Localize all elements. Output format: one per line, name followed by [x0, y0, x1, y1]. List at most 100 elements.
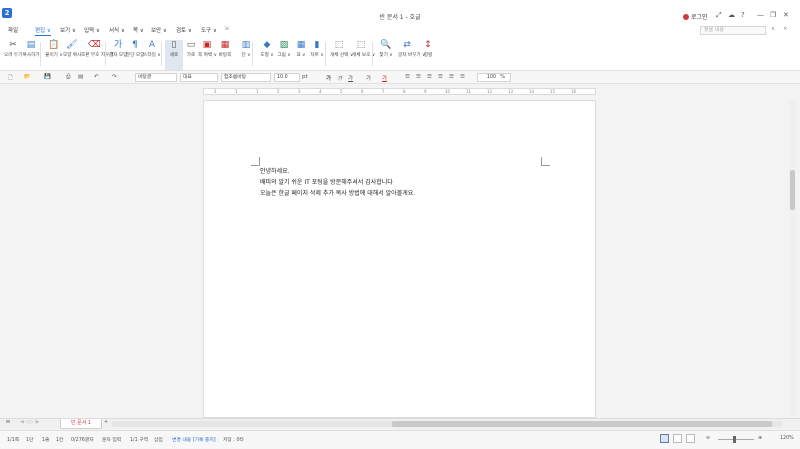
ribbon-close-icon[interactable]: × — [783, 26, 788, 32]
status-track-changes[interactable]: 변경 내용 [기록 중지] — [172, 436, 216, 443]
sort-icon: ↕ — [424, 40, 432, 50]
expand-icon[interactable]: ⤢ — [716, 11, 722, 20]
add-tab-icon[interactable]: + — [104, 420, 108, 425]
horizontal-scrollbar[interactable] — [112, 421, 782, 427]
vertical-scrollbar[interactable] — [789, 100, 796, 416]
zoom-in-icon[interactable]: ⊕ — [758, 436, 762, 441]
close-icon[interactable]: ✕ — [783, 11, 789, 19]
bold-icon[interactable]: 가 — [326, 74, 331, 82]
ribbon-button-label: 쪽 여백 ∨ — [198, 53, 217, 58]
status-chars: 0/276글자 — [71, 438, 94, 443]
menu-tab-tools[interactable]: 도구 ∨ — [201, 26, 217, 34]
menu-tab-insert[interactable]: 입력 ∨ — [84, 26, 100, 34]
columns-icon: ▥ — [241, 40, 251, 50]
document-page[interactable]: 안녕하세요. 배피의 알기 쉬운 IT 포팅을 방문해주셔서 감사합니다 오늘은… — [203, 100, 596, 418]
minimize-icon[interactable]: — — [757, 11, 764, 19]
menu-tab-review[interactable]: 검토 ∨ — [176, 26, 192, 34]
ribbon-button-clear-codes[interactable]: ⌫ 조판 부호 지우기 — [81, 40, 114, 70]
italic-icon[interactable]: 가 — [337, 74, 342, 82]
document-line[interactable]: 오늘은 한글 페이지 삭제 추가 복사 방법에 대해서 알아볼게요. — [260, 188, 415, 197]
open-icon[interactable]: 📂 — [24, 74, 31, 80]
ribbon-button-portrait[interactable]: ▯ 세로 — [165, 40, 183, 70]
ruler-number: 12 — [487, 89, 493, 94]
ribbon-button-paste[interactable]: 📋 붙이기 ∨ — [45, 40, 63, 70]
view-page-button[interactable] — [673, 434, 682, 443]
underline-icon[interactable]: 가 — [348, 74, 353, 82]
tab-nav-icon[interactable]: ⊟ — [6, 420, 10, 425]
collapse-ribbon-icon[interactable]: ∧ — [771, 26, 775, 32]
document-line[interactable]: 배피의 알기 쉬운 IT 포팅을 방문해주셔서 감사합니다 — [260, 177, 393, 186]
ribbon-button-cut[interactable]: ✂ 오려 두기 — [4, 40, 22, 70]
ribbon-button-label: 복사하기 — [22, 53, 40, 58]
document-line[interactable]: 안녕하세요. — [260, 166, 290, 175]
status-insert[interactable]: 삽입 — [154, 436, 163, 443]
undo-icon[interactable]: ↶ — [94, 74, 99, 80]
style-select[interactable]: 바탕글 — [135, 73, 177, 82]
zoom-out-icon[interactable]: ⊖ — [706, 436, 710, 441]
menu-tab-format[interactable]: 서식 ∨ — [109, 26, 125, 34]
portrait-icon: ▯ — [171, 40, 177, 50]
horizontal-scroll-thumb[interactable] — [392, 421, 772, 427]
ribbon-button-chart[interactable]: ▮ 차트 ∨ — [308, 40, 326, 70]
ruler-track[interactable] — [203, 88, 596, 95]
ribbon-button-find[interactable]: 🔍 찾기 ∨ — [377, 40, 395, 70]
tab-document-1[interactable]: 빈 문서 1 — [60, 419, 102, 429]
vertical-ruler[interactable] — [3, 100, 9, 415]
ribbon-button-margin[interactable]: ▣ 쪽 여백 ∨ — [198, 40, 217, 70]
font-size-input[interactable]: 10.0 — [274, 73, 300, 82]
vertical-scroll-thumb[interactable] — [790, 170, 795, 210]
search-input[interactable]: 찾을 내용 — [700, 26, 766, 35]
align-left-icon[interactable]: ☰ — [405, 74, 410, 80]
strike-icon[interactable]: 가 — [366, 74, 371, 82]
status-pages: 1/1 구역 — [130, 438, 149, 443]
status-section: 1단 — [26, 438, 34, 443]
zoom-slider-knob[interactable] — [733, 436, 736, 443]
view-web-button[interactable] — [686, 434, 695, 443]
ribbon-button-sort[interactable]: ↕ 정렬 — [419, 40, 437, 70]
align-right-icon[interactable]: ☰ — [427, 74, 432, 80]
redo-icon[interactable]: ↷ — [112, 74, 117, 80]
cloud-icon[interactable]: ☁ — [728, 11, 735, 19]
menu-tab-page[interactable]: 쪽 ∨ — [133, 26, 144, 34]
line-spacing-input[interactable]: 100 — [477, 73, 511, 82]
tab-first-icon[interactable]: ◀ ◁ ▷ ▶ — [20, 420, 39, 425]
ribbon-button-label: 정렬 — [423, 53, 433, 58]
login-button[interactable]: 로그인 — [683, 12, 708, 21]
print-icon[interactable]: ⎙ — [66, 74, 70, 81]
ribbon-button-char-shape[interactable]: 가 글자 모양 — [109, 40, 127, 70]
lang-select[interactable]: 대표 — [180, 73, 218, 82]
ribbon-button-picture[interactable]: ▨ 그림 ∨ — [275, 40, 293, 70]
ribbon-button-protect-object[interactable]: ⬚ 개체 보호 ∨ — [352, 40, 375, 70]
ribbon-button-style[interactable]: A 스타일 ∨ — [143, 40, 161, 70]
menu-tab-security[interactable]: 보안 ∨ — [151, 26, 167, 34]
menu-more-icon[interactable]: ⇲ — [224, 26, 229, 32]
ribbon-button-select-object[interactable]: ⬚ 개체 선택 ∨ — [330, 40, 353, 70]
menu-tab-view[interactable]: 보기 ∨ — [60, 26, 76, 34]
align-justify-icon[interactable]: ☰ — [438, 74, 443, 80]
view-normal-button[interactable] — [660, 434, 669, 443]
menu-file[interactable]: 파일 — [8, 26, 18, 34]
help-icon[interactable]: ? — [741, 11, 745, 19]
preview-icon[interactable]: ▤ — [78, 74, 83, 80]
ribbon-button-replace[interactable]: ⇄ 글자 바꾸기 ∨ — [398, 40, 425, 70]
ruler-number: 9 — [424, 89, 427, 94]
indent-icon[interactable]: ☰ — [460, 74, 465, 80]
zoom-slider-track[interactable] — [718, 439, 754, 440]
ribbon-button-master-page[interactable]: ▦ 바탕쪽 — [216, 40, 234, 70]
clear-codes-icon: ⌫ — [88, 40, 101, 50]
restore-icon[interactable]: ❐ — [770, 11, 776, 19]
menu-tab-edit[interactable]: 편집 ∨ — [35, 26, 51, 36]
horizontal-ruler[interactable]: 2 1 1 2 3 4 5 6 7 8 9 10 11 12 13 14 15 16 — [0, 84, 800, 99]
font-color-icon[interactable]: 가 — [382, 74, 387, 82]
font-select[interactable]: 함초롬바탕 — [221, 73, 271, 82]
distribute-icon[interactable]: ☰ — [449, 74, 454, 80]
ribbon-button-format-painter[interactable]: 🖌 모양 복사 — [63, 40, 81, 70]
zoom-level[interactable]: 120% — [780, 436, 794, 441]
find-icon: 🔍 — [380, 40, 392, 50]
ribbon-button-para-shape[interactable]: ¶ 문단 모양 — [126, 40, 144, 70]
align-center-icon[interactable]: ☰ — [416, 74, 421, 80]
ribbon-button-copy[interactable]: ▤ 복사하기 — [22, 40, 40, 70]
save-icon[interactable]: 💾 — [44, 74, 51, 80]
ribbon-button-shape[interactable]: ◆ 도형 ∨ — [258, 40, 276, 70]
new-doc-icon[interactable]: 🗋 — [8, 74, 12, 83]
